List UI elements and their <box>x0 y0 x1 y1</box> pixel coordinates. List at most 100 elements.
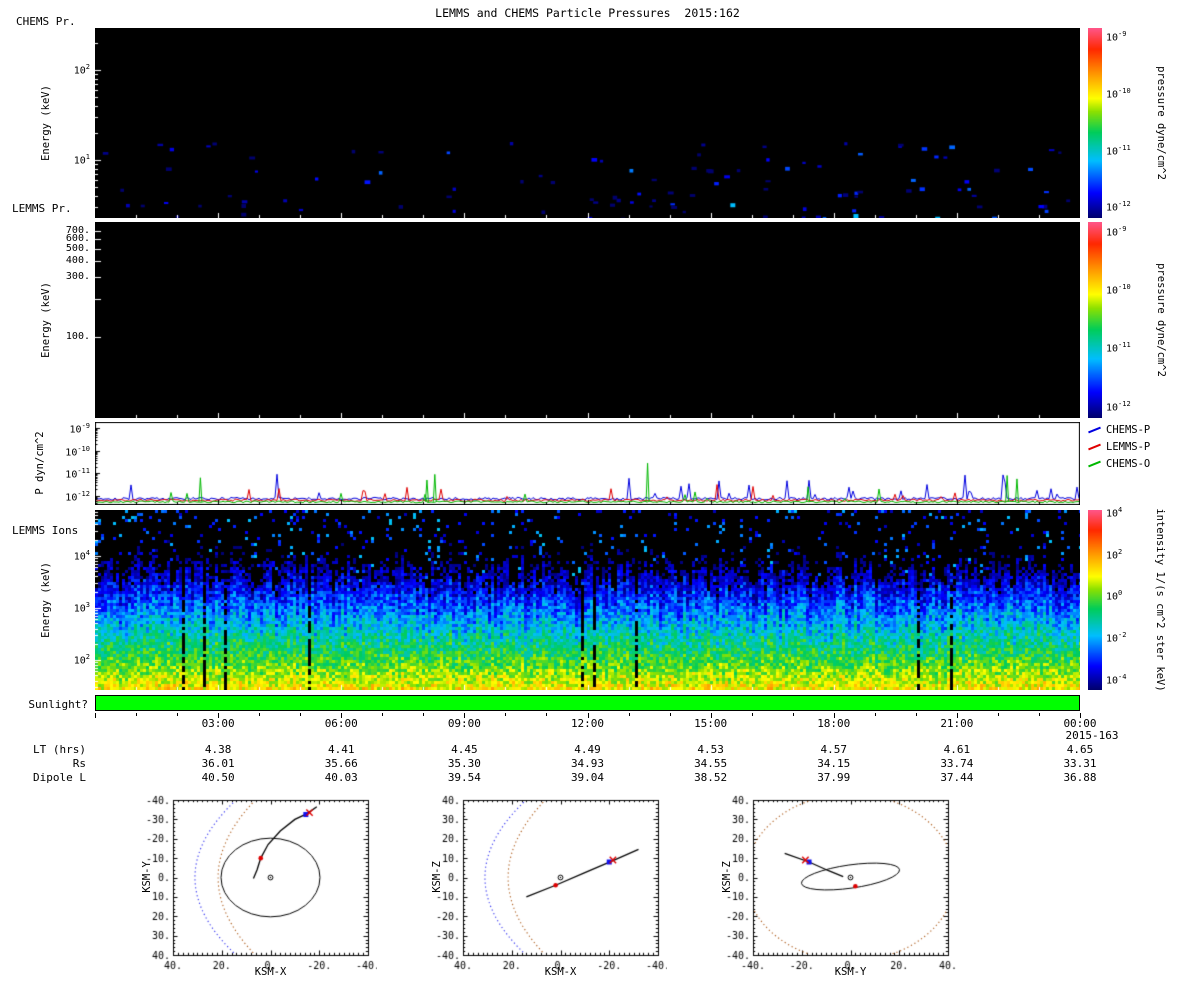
ephemeris-value: 35.66 <box>324 757 358 770</box>
orbit-plot-ksmx-ksmy <box>125 795 377 975</box>
time-axis-tick <box>177 713 179 716</box>
time-axis-tick <box>382 713 384 716</box>
time-tick-label: 00:00 <box>1063 717 1097 730</box>
colorbar-tick-label: 10-11 <box>1106 143 1131 157</box>
time-axis-tick <box>628 713 630 716</box>
time-tick-label: 03:00 <box>201 717 235 730</box>
sunlight-label: Sunlight? <box>28 698 88 711</box>
chems-pressure-spectrogram <box>95 28 1080 218</box>
legend-item: LEMMS-P <box>1088 441 1150 453</box>
legend-line-swatch <box>1088 426 1101 434</box>
time-tick-label: 21:00 <box>940 717 974 730</box>
ephemeris-value: 33.74 <box>940 757 974 770</box>
time-axis-tick <box>751 713 753 716</box>
y-tick-label: 104 <box>73 548 90 563</box>
time-axis-tick <box>997 713 999 716</box>
colorbar-tick-label: 10-10 <box>1106 283 1131 297</box>
y-tick-label: 10-9 <box>69 422 90 436</box>
y-tick-label: 103 <box>73 600 90 615</box>
ephemeris-value: 4.61 <box>943 743 971 756</box>
colorbar-unit-pressure-1: pressure dyne/cm^2 <box>1155 66 1167 180</box>
orbit-plot-ksmy-ksmz <box>705 795 957 975</box>
sunlight-indicator-bar <box>95 695 1080 711</box>
time-tick-label: 06:00 <box>324 717 358 730</box>
y-tick-label: 300. <box>65 271 90 283</box>
orbit2-x-axis-label: KSM-X <box>544 966 577 978</box>
y-tick-label: 500. <box>65 243 90 255</box>
ephemeris-value: 4.45 <box>451 743 478 756</box>
colorbar-tick-label: 10-10 <box>1106 87 1131 101</box>
ephemeris-value: 37.99 <box>817 771 851 784</box>
y-tick-label: 100. <box>65 330 90 342</box>
ephemeris-value: 40.03 <box>324 771 358 784</box>
ephemeris-value: 33.31 <box>1063 757 1097 770</box>
colorbar-tick-label: 10-12 <box>1106 200 1131 214</box>
colorbar-tick-label: 10-9 <box>1106 30 1127 44</box>
time-axis-tick <box>874 713 876 716</box>
orbit2-y-axis-label: KSM-Z <box>431 861 443 893</box>
colorbar-lemms-pressure <box>1088 222 1102 418</box>
ephemeris-value: 38.52 <box>694 771 728 784</box>
y-tick-label: 10-12 <box>65 489 90 504</box>
panel-label-lemms-ions: LEMMS Ions <box>12 524 79 537</box>
y-tick-label: 400. <box>65 255 90 267</box>
time-axis-tick <box>423 713 425 716</box>
colorbar-tick-label: 10-9 <box>1106 224 1127 239</box>
y-axis-label-pressure: P dyn/cm^2 <box>34 431 46 495</box>
chart-title: LEMMS and CHEMS Particle Pressures 2015:… <box>435 6 740 20</box>
time-axis-tick <box>915 713 917 716</box>
ephemeris-value: 39.04 <box>570 771 605 784</box>
colorbar-tick-label: 104 <box>1106 506 1123 520</box>
y-axis-label-energy-1: Energy (keV) <box>40 85 52 161</box>
legend-item: CHEMS-P <box>1088 424 1150 436</box>
ephemeris-value: 4.49 <box>574 743 601 756</box>
time-axis-tick <box>259 713 261 716</box>
y-tick-label: 10-11 <box>65 467 90 481</box>
ephemeris-value: 36.88 <box>1063 771 1097 784</box>
colorbar-tick-label: 102 <box>1106 547 1123 562</box>
time-axis-tick <box>136 713 138 716</box>
figure: LEMMS and CHEMS Particle Pressures 2015:… <box>0 0 1200 1000</box>
legend-label: CHEMS-O <box>1106 458 1151 470</box>
ephemeris-value: 34.55 <box>694 757 728 770</box>
ephemeris-value: 4.57 <box>820 743 848 756</box>
ephemeris-value: 34.15 <box>817 757 851 770</box>
legend-line-swatch <box>1088 443 1101 451</box>
legend-label: LEMMS-P <box>1106 441 1151 453</box>
legend-item: CHEMS-O <box>1088 458 1150 470</box>
colorbar-lemms-ions <box>1088 510 1102 690</box>
colorbar-tick-label: 100 <box>1106 589 1123 603</box>
time-tick-label: 18:00 <box>817 717 851 730</box>
ephemeris-value: 35.30 <box>447 757 481 770</box>
time-axis-tick <box>669 713 671 716</box>
time-axis-tick <box>95 713 96 718</box>
lemms-pressure-spectrogram <box>95 222 1080 418</box>
time-tick-label: 09:00 <box>447 717 481 730</box>
legend-line-swatch <box>1088 460 1101 468</box>
ephemeris-row-label: Dipole L <box>33 771 86 784</box>
ephemeris-value: 39.54 <box>447 771 481 784</box>
ephemeris-row-label: Rs <box>72 757 86 770</box>
y-tick-label: 102 <box>73 652 90 667</box>
ephemeris-value: 4.65 <box>1066 743 1094 756</box>
orbit1-y-axis-label: KSM-Y <box>141 861 153 893</box>
orbit1-x-axis-label: KSM-X <box>254 966 287 978</box>
end-date-label: 2015-163 <box>1065 729 1119 742</box>
ephemeris-row-label: LT (hrs) <box>33 743 86 756</box>
ephemeris-value: 4.53 <box>697 743 724 756</box>
ephemeris-value: 4.38 <box>204 743 232 756</box>
colorbar-tick-label: 10-12 <box>1106 399 1131 414</box>
ephemeris-value: 40.50 <box>201 771 235 784</box>
time-axis-tick <box>1038 713 1040 716</box>
y-tick-label: 10-10 <box>65 444 90 459</box>
panel-label-chems-pressure: CHEMS Pr. <box>16 15 76 28</box>
legend-label: CHEMS-P <box>1106 424 1151 436</box>
orbit-plot-ksmx-ksmz <box>415 795 667 975</box>
lemms-ions-spectrogram <box>95 510 1080 690</box>
ephemeris-value: 36.01 <box>201 757 235 770</box>
y-tick-label: 101 <box>73 153 90 167</box>
time-axis-tick <box>546 713 548 716</box>
time-axis-tick <box>300 713 302 716</box>
ephemeris-value: 34.93 <box>570 757 605 770</box>
y-axis-label-energy-2: Energy (keV) <box>40 282 52 358</box>
